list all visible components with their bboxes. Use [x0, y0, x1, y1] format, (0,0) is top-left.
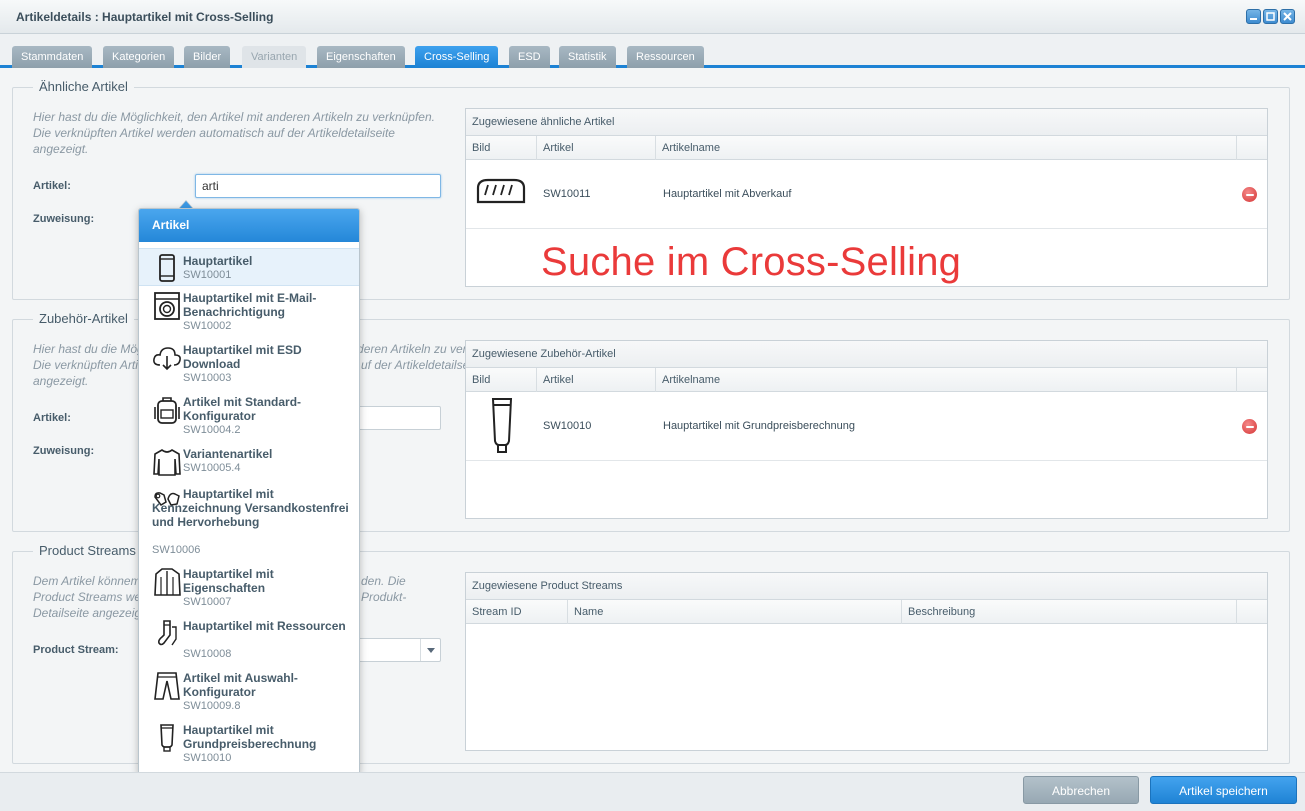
close-icon[interactable] [1280, 9, 1295, 24]
window-title: Artikeldetails : Hauptartikel mit Cross-… [16, 10, 274, 24]
tab-ressourcen[interactable]: Ressourcen [627, 46, 704, 68]
column-bild[interactable]: Bild [466, 136, 537, 160]
overlay-annotation: Suche im Cross-Selling [541, 240, 962, 284]
artikel-search-dropdown: Artikel Hauptartikel SW10001 Hauptartike… [138, 208, 360, 775]
column-name[interactable]: Name [568, 600, 902, 624]
window-header: Artikeldetails : Hauptartikel mit Cross-… [0, 0, 1305, 34]
row-artikel: SW10011 [543, 188, 591, 200]
backpack-icon [154, 397, 180, 424]
tab-eigenschaften[interactable]: Eigenschaften [317, 46, 405, 68]
accessory-description-left: Hier hast du die Mög Die verknüpften Art… [33, 342, 144, 388]
streams-description-right: den. Die Produkt- [361, 574, 407, 604]
artikel-label: Artikel: [33, 180, 71, 192]
jacket-icon [154, 568, 181, 596]
window-footer: Abbrechen Artikel speichern [0, 772, 1305, 811]
similar-articles-description: Hier hast du die Möglichkeit, den Artike… [33, 110, 435, 156]
zuweisung-label: Zuweisung: [33, 213, 95, 225]
list-item[interactable]: Hauptartikel SW10001 [139, 248, 359, 286]
tab-statistik[interactable]: Statistik [559, 46, 616, 68]
trousers-icon [154, 672, 180, 700]
remove-icon[interactable] [1242, 187, 1257, 202]
dropdown-header: Artikel [139, 209, 359, 242]
row-artikelname: Hauptartikel mit Abverkauf [663, 188, 792, 200]
list-item[interactable]: Hauptartikel mit Ressourcen SW10008 [139, 617, 359, 669]
tab-bilder[interactable]: Bilder [184, 46, 231, 68]
grid-header: Bild Artikel Artikelname [466, 136, 1267, 160]
column-stream-id[interactable]: Stream ID [466, 600, 568, 624]
product-stream-label: Product Stream: [33, 644, 119, 656]
column-artikelname[interactable]: Artikelname [656, 368, 1237, 392]
accessory-articles-legend: Zubehör-Artikel [33, 311, 134, 326]
artikel-search-field[interactable] [196, 175, 440, 197]
list-item[interactable]: Variantenartikel SW10005.4 [139, 445, 359, 483]
accessory-articles-grid: Zugewiesene Zubehör-Artikel Bild Artikel… [465, 340, 1268, 519]
maximize-icon[interactable] [1263, 9, 1278, 24]
save-button[interactable]: Artikel speichern [1150, 776, 1297, 804]
grid-title: Zugewiesene Product Streams [466, 573, 1267, 600]
accessory-artikel-label: Artikel: [33, 412, 71, 424]
table-row[interactable]: SW10011 Hauptartikel mit Abverkauf [466, 160, 1267, 229]
tube-icon [491, 398, 513, 453]
product-streams-legend: Product Streams [33, 543, 142, 558]
list-item[interactable]: Hauptartikel mit Eigenschaften SW10007 [139, 565, 359, 617]
grid-title: Zugewiesene ähnliche Artikel [466, 109, 1267, 136]
list-item[interactable]: Hauptartikel mit ESD Download SW10003 [139, 341, 359, 393]
cancel-button[interactable]: Abbrechen [1023, 776, 1139, 804]
cloud-download-icon [153, 347, 181, 371]
grid-header: Stream ID Name Beschreibung [466, 600, 1267, 624]
tube-icon [160, 724, 174, 752]
bread-icon [476, 178, 526, 204]
row-artikelname: Hauptartikel mit Grundpreisberechnung [663, 420, 855, 432]
list-item[interactable]: Hauptartikel mit Kennzeichnung Versandko… [139, 485, 359, 565]
column-artikel[interactable]: Artikel [537, 368, 656, 392]
tab-cross-selling[interactable]: Cross-Selling [415, 46, 499, 68]
tab-stammdaten[interactable]: Stammdaten [12, 46, 93, 68]
grid-title: Zugewiesene Zubehör-Artikel [466, 341, 1267, 368]
row-artikel: SW10010 [543, 420, 592, 432]
column-artikelname[interactable]: Artikelname [656, 136, 1237, 160]
smartphone-icon [159, 254, 175, 282]
similar-articles-legend: Ähnliche Artikel [33, 79, 134, 94]
socks-icon [158, 620, 177, 646]
accessory-description-right: t anderen Artikeln zu verknüpfen. uf der… [337, 342, 513, 372]
tab-varianten: Varianten [242, 46, 307, 68]
column-beschreibung[interactable]: Beschreibung [902, 600, 1237, 624]
list-item[interactable]: Artikel mit Standard-Konfigurator SW1000… [139, 393, 359, 445]
list-item[interactable]: Hauptartikel mit Grundpreisberechnung SW… [139, 721, 359, 773]
artikel-search-input[interactable] [195, 174, 441, 198]
product-streams-grid: Zugewiesene Product Streams Stream ID Na… [465, 572, 1268, 751]
tab-esd[interactable]: ESD [509, 46, 550, 68]
column-bild[interactable]: Bild [466, 368, 537, 392]
tab-bar: Stammdaten Kategorien Bilder Varianten E… [0, 34, 1305, 68]
minimize-icon[interactable] [1246, 9, 1261, 24]
column-artikel[interactable]: Artikel [537, 136, 656, 160]
grid-header: Bild Artikel Artikelname [466, 368, 1267, 392]
tab-kategorien[interactable]: Kategorien [103, 46, 175, 68]
window-controls [1246, 9, 1295, 24]
list-item[interactable]: Artikel mit Auswahl-Konfigurator SW10009… [139, 669, 359, 721]
remove-icon[interactable] [1242, 419, 1257, 434]
sweater-icon [153, 449, 181, 476]
accessory-zuweisung-label: Zuweisung: [33, 445, 95, 457]
table-row[interactable]: SW10010 Hauptartikel mit Grundpreisberec… [466, 392, 1267, 461]
list-item[interactable]: Hauptartikel mit E-Mail-Benachrichtigung… [139, 289, 359, 341]
streams-description-left: Dem Artikel könnem Product Streams we De… [33, 574, 142, 620]
washing-machine-icon [154, 292, 180, 320]
chevron-down-icon[interactable] [420, 639, 440, 661]
